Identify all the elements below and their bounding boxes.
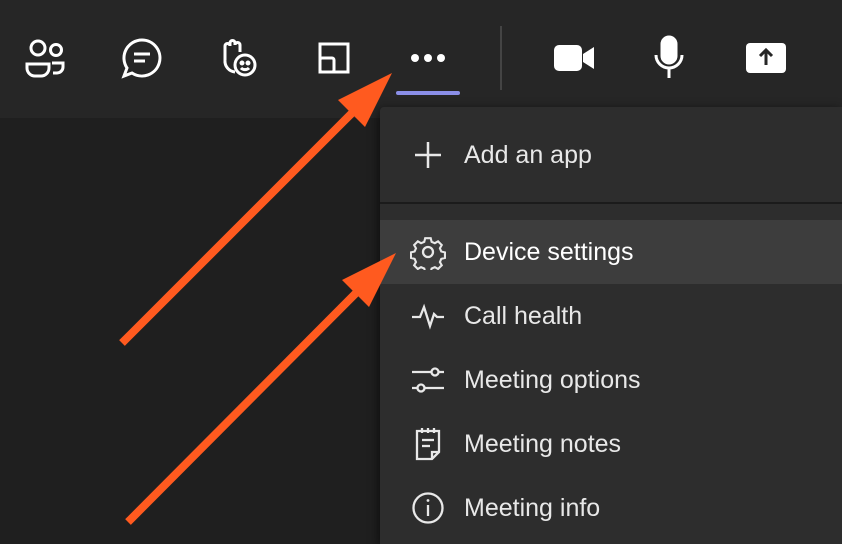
people-icon <box>25 39 65 78</box>
meeting-toolbar <box>0 0 842 118</box>
notes-icon <box>408 424 448 464</box>
sliders-icon <box>408 360 448 400</box>
menu-item-label: Meeting notes <box>464 429 622 458</box>
camera-button[interactable] <box>546 30 602 86</box>
toolbar-divider <box>500 26 502 90</box>
menu-item-add-app[interactable]: Add an app <box>380 123 842 187</box>
menu-item-label: Call health <box>464 301 583 330</box>
share-screen-icon <box>746 43 786 73</box>
more-actions-menu: Add an app Device settings Call health M… <box>380 107 842 544</box>
react-button[interactable] <box>210 30 266 86</box>
raise-hand-react-icon <box>223 39 257 77</box>
chat-button[interactable] <box>114 30 170 86</box>
menu-item-meeting-options[interactable]: Meeting options <box>380 348 842 412</box>
chat-icon <box>121 38 162 79</box>
menu-item-label: Add an app <box>464 140 592 169</box>
more-actions-button[interactable] <box>400 30 456 86</box>
plus-icon <box>408 135 448 175</box>
menu-item-label: Meeting options <box>464 365 641 394</box>
rooms-button[interactable] <box>306 30 362 86</box>
breakout-rooms-icon <box>318 42 350 74</box>
menu-item-call-health[interactable]: Call health <box>380 284 842 348</box>
more-actions-icon <box>411 54 445 62</box>
gear-icon <box>408 232 448 272</box>
people-button[interactable] <box>18 30 74 86</box>
arrow-to-device-settings <box>125 253 396 525</box>
menu-item-label: Meeting info <box>464 493 601 522</box>
info-icon <box>408 488 448 528</box>
pulse-icon <box>408 296 448 336</box>
share-screen-button[interactable] <box>738 30 794 86</box>
microphone-icon <box>654 35 684 78</box>
menu-divider <box>380 202 842 204</box>
active-indicator <box>396 91 460 95</box>
microphone-button[interactable] <box>641 30 697 86</box>
menu-item-device-settings[interactable]: Device settings <box>380 220 842 284</box>
menu-item-label: Device settings <box>464 237 634 266</box>
menu-item-meeting-notes[interactable]: Meeting notes <box>380 412 842 476</box>
camera-icon <box>554 45 594 71</box>
menu-item-meeting-info[interactable]: Meeting info <box>380 476 842 540</box>
